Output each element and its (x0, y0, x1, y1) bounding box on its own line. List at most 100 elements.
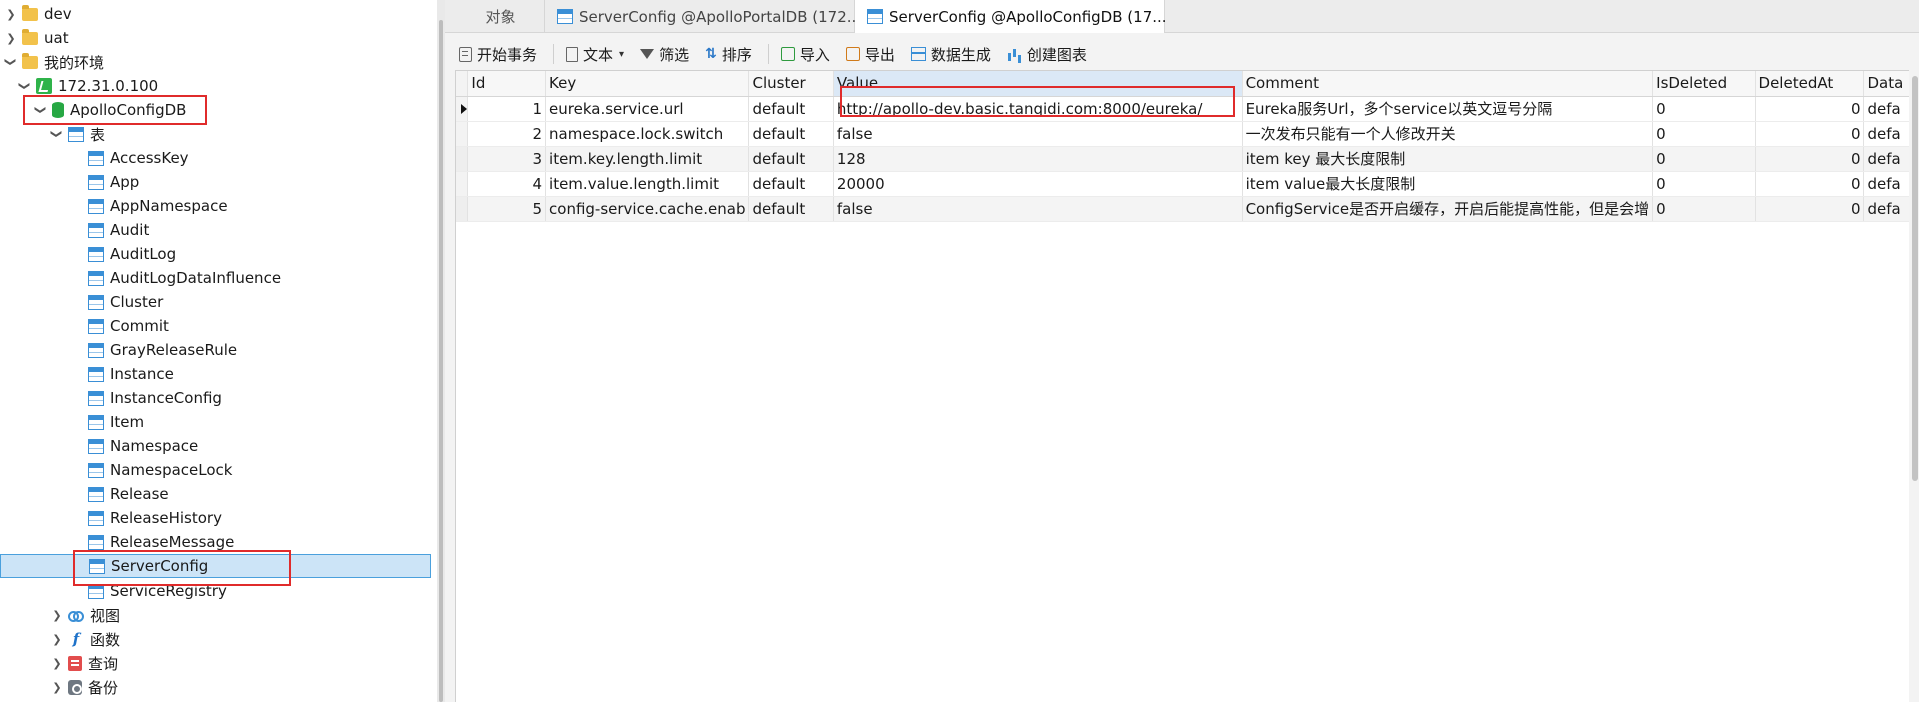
tree-item-table[interactable]: Release (84, 482, 437, 506)
tree-item-table[interactable]: ReleaseMessage (84, 530, 437, 554)
tree-item-table[interactable]: App (84, 170, 437, 194)
cell-data[interactable]: defa (1863, 146, 1911, 172)
cell-deletedat[interactable]: 0 (1755, 171, 1865, 197)
tree-item-table[interactable]: AuditLog (84, 242, 437, 266)
begin-transaction-button[interactable]: 开始事务 (459, 44, 537, 65)
table-row[interactable]: 4 item.value.length.limit default 20000 … (456, 171, 1911, 197)
tree-item-table[interactable]: ReleaseHistory (84, 506, 437, 530)
cell-isdeleted[interactable]: 0 (1652, 121, 1756, 147)
table-row[interactable]: 5 config-service.cache.enab default fals… (456, 196, 1911, 222)
tree-item-tables-group[interactable]: ❯ 表 (50, 122, 437, 146)
chevron-down-icon[interactable]: ❯ (34, 103, 48, 117)
tree-item-views[interactable]: ❯ 视图 (50, 603, 437, 627)
chevron-right-icon[interactable]: ❯ (4, 31, 18, 45)
tree-item-table[interactable]: Audit (84, 218, 437, 242)
tree-item-table[interactable]: AuditLogDataInfluence (84, 266, 437, 290)
cell-comment[interactable]: item value最大长度限制 (1242, 171, 1654, 197)
chevron-right-icon[interactable]: ❯ (50, 656, 64, 670)
column-header-id[interactable]: Id (467, 71, 547, 97)
cell-deletedat[interactable]: 0 (1755, 146, 1865, 172)
cell-key[interactable]: eureka.service.url (545, 96, 750, 122)
cell-value[interactable]: http://apollo-dev.basic.tanqidi.com:8000… (833, 96, 1243, 122)
tree-item-table[interactable]: AppNamespace (84, 194, 437, 218)
tree-item-table[interactable]: Commit (84, 314, 437, 338)
cell-key[interactable]: item.key.length.limit (545, 146, 750, 172)
cell-data[interactable]: defa (1863, 171, 1911, 197)
cell-deletedat[interactable]: 0 (1755, 196, 1865, 222)
tree-item-connection[interactable]: ❯ 172.31.0.100 (18, 74, 437, 98)
cell-value[interactable]: 20000 (833, 171, 1243, 197)
tree-item-table[interactable]: AccessKey (84, 146, 437, 170)
cell-deletedat[interactable]: 0 (1755, 96, 1865, 122)
chevron-down-icon[interactable]: ❯ (4, 55, 18, 69)
cell-value[interactable]: false (833, 121, 1243, 147)
cell-id[interactable]: 2 (467, 121, 547, 147)
chevron-right-icon[interactable]: ❯ (4, 7, 18, 21)
chevron-down-icon[interactable]: ❯ (18, 79, 32, 93)
tree-item-table[interactable]: Instance (84, 362, 437, 386)
tree-item-table[interactable]: InstanceConfig (84, 386, 437, 410)
table-row[interactable]: 2 namespace.lock.switch default false 一次… (456, 121, 1911, 147)
export-button[interactable]: 导出 (845, 44, 895, 65)
grid-scrollbar-thumb[interactable] (1912, 76, 1918, 481)
cell-comment[interactable]: ConfigService是否开启缓存，开启后能提高性能，但是会增 (1242, 196, 1654, 222)
cell-key[interactable]: item.value.length.limit (545, 171, 750, 197)
tree-item-table-selected[interactable]: ServerConfig (0, 554, 431, 578)
cell-cluster[interactable]: default (748, 171, 834, 197)
tab-config-serverconfig[interactable]: ServerConfig @ApolloConfigDB (17... (855, 0, 1167, 33)
tree-item-backups[interactable]: ❯ 备份 (50, 675, 437, 699)
tree-item-dev[interactable]: ❯ dev (4, 2, 434, 26)
tree-item-uat[interactable]: ❯ uat (4, 26, 434, 50)
chevron-right-icon[interactable]: ❯ (50, 680, 64, 694)
tree-item-table[interactable]: Namespace (84, 434, 437, 458)
cell-isdeleted[interactable]: 0 (1652, 146, 1756, 172)
import-button[interactable]: 导入 (780, 44, 830, 65)
cell-data[interactable]: defa (1863, 196, 1911, 222)
cell-isdeleted[interactable]: 0 (1652, 196, 1756, 222)
cell-value[interactable]: false (833, 196, 1243, 222)
tree-item-my-env[interactable]: ❯ 我的环境 (4, 50, 434, 74)
sort-button[interactable]: ⇅ 排序 (705, 44, 752, 65)
cell-comment[interactable]: Eureka服务Url，多个service以英文逗号分隔 (1242, 96, 1654, 122)
cell-cluster[interactable]: default (748, 96, 834, 122)
tab-portal-serverconfig[interactable]: ServerConfig @ApolloPortalDB (172.... (545, 0, 866, 33)
cell-comment[interactable]: 一次发布只能有一个人修改开关 (1242, 121, 1654, 147)
cell-id[interactable]: 4 (467, 171, 547, 197)
data-generation-button[interactable]: 数据生成 (910, 44, 991, 65)
tree-item-table[interactable]: Cluster (84, 290, 437, 314)
cell-value[interactable]: 128 (833, 146, 1243, 172)
column-header-data[interactable]: Data (1863, 71, 1911, 97)
column-header-cluster[interactable]: Cluster (748, 71, 834, 97)
tree-item-table[interactable]: Item (84, 410, 437, 434)
tree-item-functions[interactable]: ❯ f 函数 (50, 627, 437, 651)
tree-item-table[interactable]: GrayReleaseRule (84, 338, 437, 362)
cell-data[interactable]: defa (1863, 96, 1911, 122)
cell-key[interactable]: namespace.lock.switch (545, 121, 750, 147)
cell-cluster[interactable]: default (748, 146, 834, 172)
column-header-deletedat[interactable]: DeletedAt (1755, 71, 1865, 97)
create-chart-button[interactable]: 创建图表 (1007, 44, 1087, 65)
cell-deletedat[interactable]: 0 (1755, 121, 1865, 147)
tree-item-table[interactable]: ServiceRegistry (84, 579, 437, 603)
cell-id[interactable]: 1 (467, 96, 547, 122)
cell-id[interactable]: 5 (467, 196, 547, 222)
tree-item-queries[interactable]: ❯ 查询 (50, 651, 437, 675)
dropdown-caret-icon[interactable]: ▾ (619, 49, 624, 60)
tree-item-table[interactable]: NamespaceLock (84, 458, 437, 482)
chevron-right-icon[interactable]: ❯ (50, 608, 64, 622)
chevron-down-icon[interactable]: ❯ (50, 127, 64, 141)
cell-cluster[interactable]: default (748, 196, 834, 222)
cell-id[interactable]: 3 (467, 146, 547, 172)
table-row[interactable]: 3 item.key.length.limit default 128 item… (456, 146, 1911, 172)
cell-cluster[interactable]: default (748, 121, 834, 147)
cell-isdeleted[interactable]: 0 (1652, 171, 1756, 197)
tree-item-database[interactable]: ❯ ApolloConfigDB (34, 98, 437, 122)
cell-key[interactable]: config-service.cache.enab (545, 196, 750, 222)
cell-comment[interactable]: item key 最大长度限制 (1242, 146, 1654, 172)
sidebar-scrollbar-thumb[interactable] (439, 20, 443, 702)
column-header-comment[interactable]: Comment (1242, 71, 1654, 97)
column-header-value[interactable]: Value (833, 71, 1243, 97)
cell-data[interactable]: defa (1863, 121, 1911, 147)
filter-button[interactable]: 筛选 (640, 44, 689, 65)
tab-objects[interactable]: 对象 (457, 0, 545, 33)
